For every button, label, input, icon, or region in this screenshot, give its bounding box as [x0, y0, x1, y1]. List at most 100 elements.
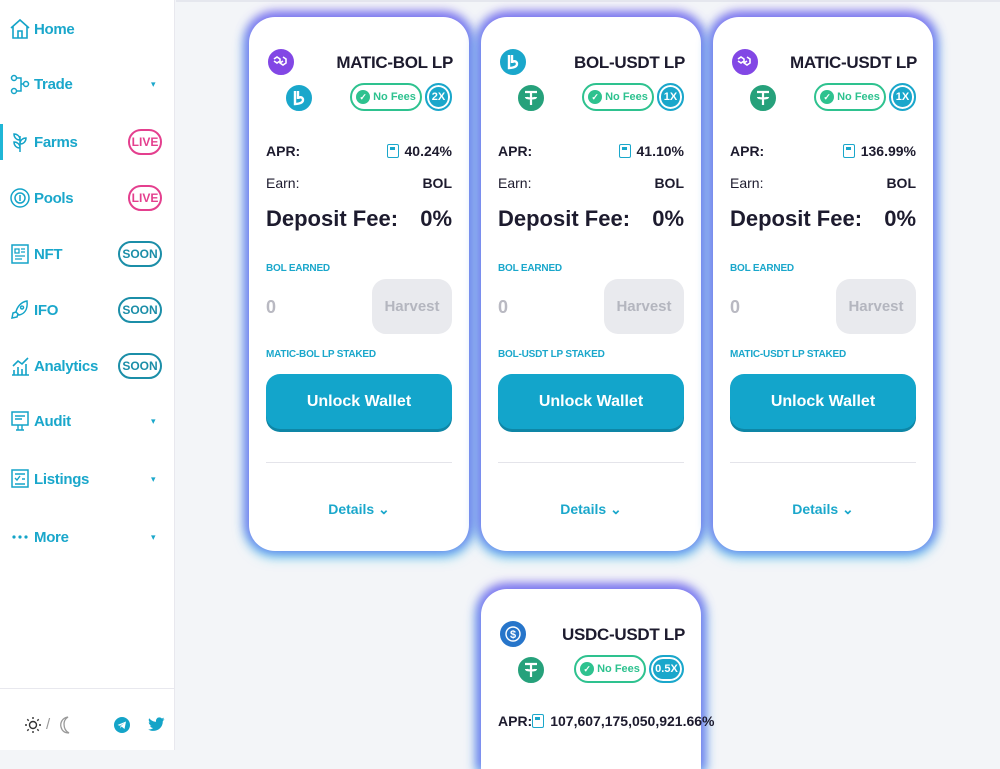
- check-badge-icon: ✓: [356, 90, 371, 104]
- multiplier-badge: 1X: [889, 83, 916, 111]
- calculator-icon[interactable]: [618, 144, 631, 158]
- sidebar-item-pools[interactable]: Pools LIVE: [0, 178, 175, 218]
- more-icon: [9, 525, 31, 549]
- earned-label: BOL EARNED: [498, 263, 562, 274]
- details-label: Details: [328, 501, 375, 517]
- chevron-down-icon: ▾: [151, 78, 156, 89]
- usdt-token-icon: [516, 655, 546, 685]
- details-label: Details: [560, 501, 607, 517]
- calculator-icon[interactable]: [842, 144, 855, 158]
- apr-label: APR:: [730, 143, 765, 159]
- sidebar-item-listings[interactable]: Listings ▾: [0, 459, 175, 499]
- earn-row: Earn: BOL: [498, 175, 684, 191]
- staked-label: MATIC-USDT LP STAKED: [730, 349, 846, 360]
- earn-value: BOL: [886, 175, 916, 191]
- svg-text:$: $: [510, 629, 516, 641]
- sidebar-item-label: Farms: [34, 133, 78, 151]
- harvest-button[interactable]: Harvest: [372, 279, 452, 334]
- usdt-token-icon: [516, 83, 546, 113]
- header-divider: [176, 0, 1000, 2]
- harvest-button[interactable]: Harvest: [836, 279, 916, 334]
- live-badge: LIVE: [128, 129, 162, 155]
- sidebar-item-label: More: [34, 528, 69, 546]
- deposit-fee-value: 0%: [884, 206, 916, 231]
- sidebar-footer: /: [0, 688, 175, 750]
- sidebar-item-home[interactable]: Home: [0, 9, 175, 49]
- details-toggle[interactable]: Details ⌄: [249, 501, 469, 518]
- chevron-down-icon: ▾: [151, 531, 156, 542]
- moon-icon[interactable]: [56, 715, 72, 735]
- sidebar-item-nft[interactable]: NFT SOON: [0, 234, 175, 274]
- details-label: Details: [792, 501, 839, 517]
- pair-title: MATIC-BOL LP: [336, 53, 453, 72]
- multiplier-badge: 1X: [657, 83, 684, 111]
- apr-row: APR: 136.99%: [730, 143, 916, 159]
- sidebar-item-label: Audit: [34, 412, 71, 430]
- earned-value: 0: [498, 297, 509, 317]
- farm-card: BOL-USDT LP ✓ No Fees 1X APR: 41.10% Ear…: [481, 17, 701, 551]
- earned-label: BOL EARNED: [266, 263, 330, 274]
- no-fees-label: No Fees: [597, 663, 640, 675]
- farm-card: MATIC-BOL LP ✓ No Fees 2X APR: 40.24% Ea…: [249, 17, 469, 551]
- listings-icon: [9, 467, 31, 491]
- pair-title: USDC-USDT LP: [562, 625, 685, 644]
- chevron-down-icon: ▾: [151, 415, 156, 426]
- telegram-icon[interactable]: [114, 717, 130, 733]
- bol-token-icon: [284, 83, 314, 113]
- sidebar-item-label: Analytics: [34, 357, 98, 375]
- usdt-token-icon: [748, 83, 778, 113]
- sidebar-item-farms[interactable]: Farms LIVE: [0, 122, 175, 162]
- nft-icon: [9, 242, 31, 266]
- earn-label: Earn:: [730, 175, 764, 191]
- pair-title: BOL-USDT LP: [574, 53, 685, 72]
- deposit-fee-row: Deposit Fee: 0%: [266, 206, 452, 232]
- earned-value: 0: [266, 297, 277, 317]
- sidebar-item-ifo[interactable]: IFO SOON: [0, 290, 175, 330]
- earn-label: Earn:: [498, 175, 532, 191]
- sidebar-item-analytics[interactable]: Analytics SOON: [0, 346, 175, 386]
- matic-token-icon: [266, 47, 296, 77]
- sidebar-item-audit[interactable]: Audit ▾: [0, 401, 175, 441]
- no-fees-label: No Fees: [605, 91, 648, 103]
- audit-icon: [9, 409, 31, 433]
- no-fees-label: No Fees: [373, 91, 416, 103]
- calculator-icon[interactable]: [532, 714, 545, 728]
- no-fees-chip: ✓ No Fees: [582, 83, 654, 111]
- unlock-wallet-button[interactable]: Unlock Wallet: [730, 374, 916, 429]
- calculator-icon[interactable]: [386, 144, 399, 158]
- apr-label: APR:: [498, 143, 533, 159]
- deposit-fee-row: Deposit Fee: 0%: [498, 206, 684, 232]
- harvest-button[interactable]: Harvest: [604, 279, 684, 334]
- chevron-down-icon: ⌄: [610, 501, 622, 517]
- check-badge-icon: ✓: [580, 662, 595, 676]
- earned-label: BOL EARNED: [730, 263, 794, 274]
- no-fees-chip: ✓ No Fees: [350, 83, 422, 111]
- apr-row: APR: 41.10%: [498, 143, 684, 159]
- live-badge: LIVE: [128, 185, 162, 211]
- sidebar-item-more[interactable]: More ▾: [0, 517, 175, 557]
- check-badge-icon: ✓: [820, 90, 835, 104]
- sidebar-item-trade[interactable]: Trade ▾: [0, 64, 175, 104]
- soon-badge: SOON: [118, 353, 162, 379]
- unlock-wallet-button[interactable]: Unlock Wallet: [266, 374, 452, 429]
- soon-badge: SOON: [118, 241, 162, 267]
- sidebar-item-label: Pools: [34, 189, 74, 207]
- earn-row: Earn: BOL: [266, 175, 452, 191]
- sun-icon[interactable]: [24, 716, 42, 734]
- sidebar-item-label: Trade: [34, 75, 73, 93]
- twitter-icon[interactable]: [148, 717, 165, 732]
- details-toggle[interactable]: Details ⌄: [481, 501, 701, 518]
- unlock-wallet-button[interactable]: Unlock Wallet: [498, 374, 684, 429]
- apr-value: 136.99%: [860, 143, 916, 159]
- details-toggle[interactable]: Details ⌄: [713, 501, 933, 518]
- card-divider: [730, 462, 916, 463]
- no-fees-label: No Fees: [837, 91, 880, 103]
- apr-label: APR:: [498, 713, 533, 729]
- sidebar: Home Trade ▾ Farms LIVE Pools LIVE NFT S…: [0, 0, 175, 750]
- apr-value: 40.24%: [404, 143, 452, 159]
- farm-card: $ USDC-USDT LP ✓ No Fees 0.5X APR: 107,6…: [481, 589, 715, 769]
- chevron-down-icon: ⌄: [842, 501, 854, 517]
- analytics-icon: [9, 354, 31, 378]
- no-fees-chip: ✓ No Fees: [814, 83, 886, 111]
- earn-value: BOL: [654, 175, 684, 191]
